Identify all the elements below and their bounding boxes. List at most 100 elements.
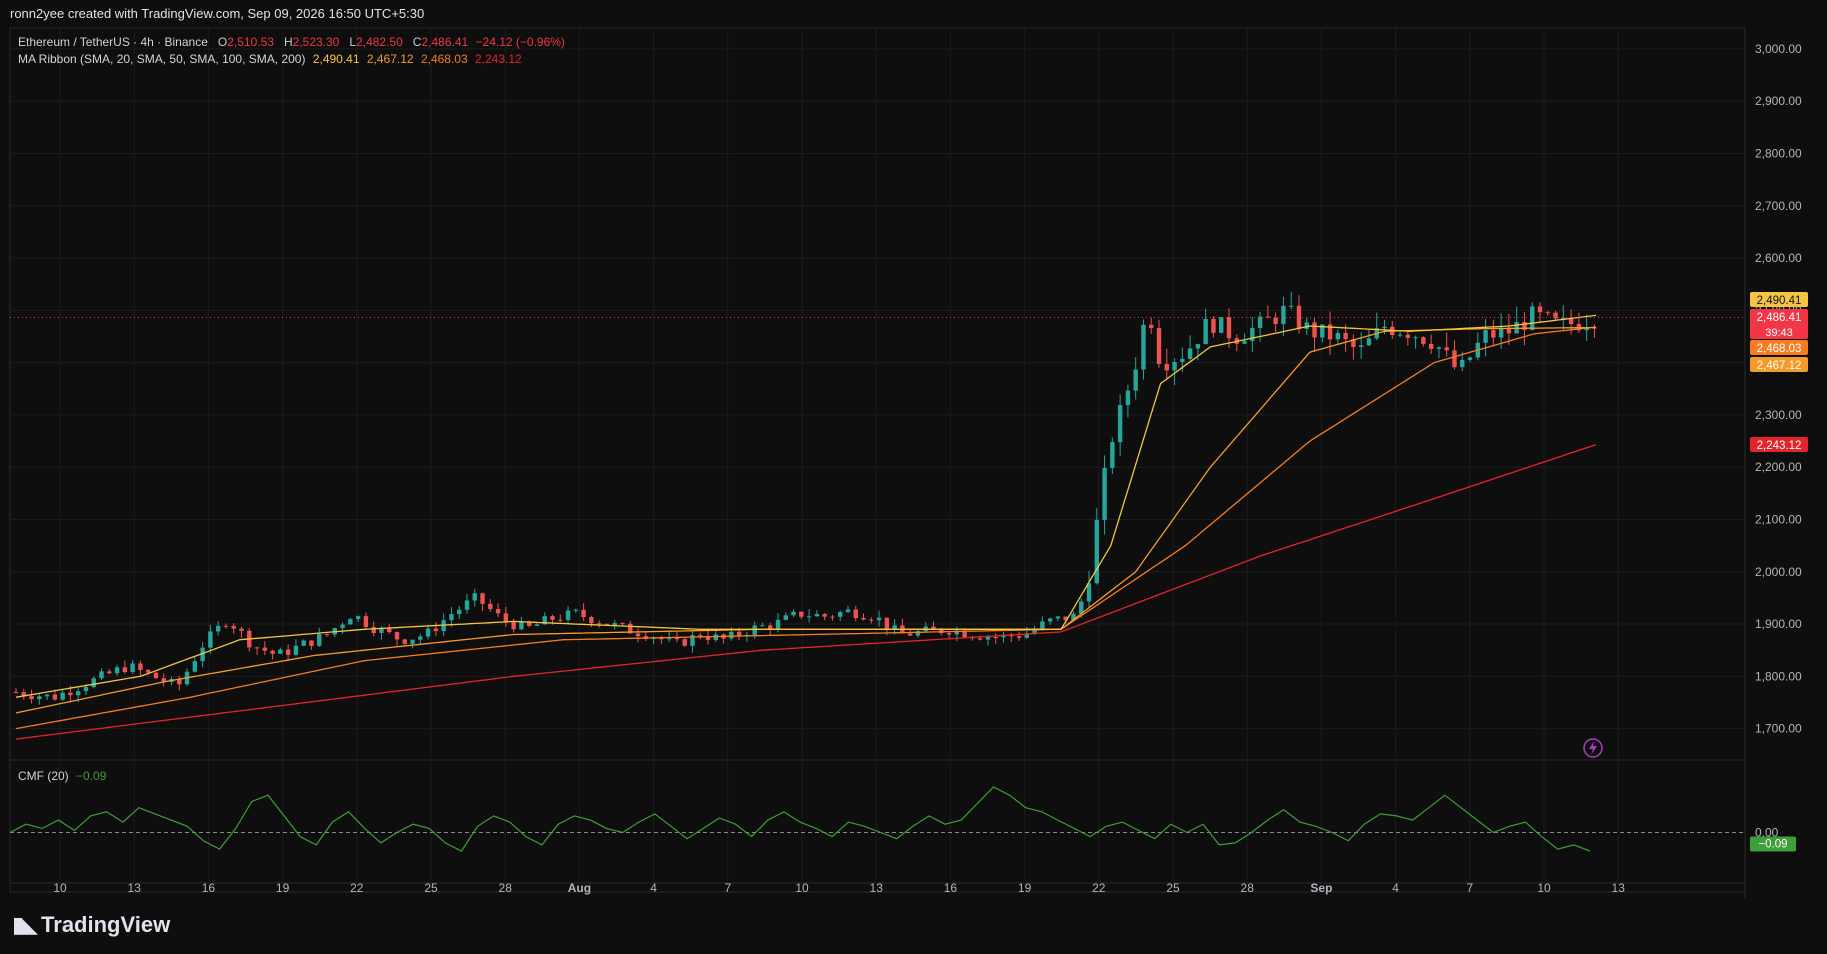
candle-body — [418, 636, 423, 640]
candle-body — [1110, 442, 1115, 468]
candle-body — [892, 625, 897, 630]
candle-body — [1421, 337, 1426, 344]
candle-body — [876, 617, 882, 621]
candle-body — [620, 623, 625, 625]
candle-body — [1358, 345, 1364, 347]
candle-body — [68, 692, 73, 696]
candle-body — [534, 624, 540, 626]
candle-body — [1444, 347, 1449, 351]
pane-border — [9, 27, 1746, 893]
open-value: 2,510.53 — [227, 35, 274, 49]
x-tick-label: 28 — [499, 881, 513, 895]
x-tick-label: 16 — [202, 881, 216, 895]
candle-body — [596, 623, 602, 625]
price-badge-label: 2,243.12 — [1757, 440, 1802, 452]
candle-body — [1102, 467, 1107, 520]
candle-body — [76, 691, 81, 696]
candle-body — [1211, 318, 1216, 333]
candle-body — [869, 619, 874, 621]
candle-body — [838, 612, 843, 617]
candle-body — [775, 619, 781, 630]
candle-body — [488, 603, 493, 610]
ma-ribbon-legend[interactable]: MA Ribbon (SMA, 20, SMA, 50, SMA, 100, S… — [18, 52, 522, 66]
sma50-value: 2,467.12 — [366, 52, 414, 66]
candle-body — [192, 661, 198, 672]
candle-body — [830, 616, 835, 618]
x-tick-label: 4 — [1392, 881, 1399, 895]
countdown-label: 39:43 — [1765, 327, 1793, 339]
candle-body — [1203, 318, 1208, 345]
y-tick-label: 2,700.00 — [1755, 199, 1802, 213]
candle-body — [845, 609, 851, 613]
candle-body — [1141, 324, 1146, 370]
cmf-legend[interactable]: CMF (20) −0.09 — [18, 769, 106, 783]
candle-body — [464, 600, 470, 610]
x-tick-label: 16 — [944, 881, 958, 895]
candle-body — [13, 692, 19, 694]
x-tick-label: Aug — [568, 881, 591, 895]
sma200-line — [15, 444, 1597, 740]
tradingview-logo[interactable]: ▮◣ TradingView — [12, 912, 170, 938]
price-badge-label: 2,490.41 — [1757, 295, 1802, 307]
sma50-line — [15, 326, 1597, 714]
candle-body — [1180, 358, 1185, 363]
price-badge-label: 2,467.12 — [1757, 360, 1802, 372]
x-tick-label: 10 — [795, 881, 809, 895]
x-tick-label: 13 — [128, 881, 142, 895]
candle-body — [355, 616, 361, 620]
candle-body — [1055, 616, 1061, 619]
price-chart[interactable]: 1,700.00 1,800.00 1,900.00 2,000.00 2,100.00… — [0, 0, 1827, 954]
candle-body — [635, 633, 641, 637]
candle-body — [1530, 306, 1535, 330]
candle-body — [495, 609, 501, 614]
candle-body — [472, 593, 477, 601]
candle-body — [309, 640, 314, 646]
candle-body — [145, 669, 151, 673]
symbol-legend[interactable]: Ethereum / TetherUS · 4h · Binance O2,51… — [18, 35, 565, 49]
candle-body — [130, 663, 135, 673]
x-tick-label: 22 — [350, 881, 364, 895]
y-tick-label: 2,800.00 — [1755, 146, 1802, 160]
candle-body — [1382, 326, 1387, 329]
candle-body — [993, 636, 998, 638]
candle-body — [324, 633, 330, 635]
y-tick-label: 1,700.00 — [1755, 722, 1802, 736]
candle-body — [138, 663, 143, 670]
x-tick-label: 19 — [276, 881, 290, 895]
price-badge-label: 2,486.41 — [1757, 312, 1802, 324]
candle-body — [1273, 317, 1278, 324]
x-tick-label: 13 — [1612, 881, 1626, 895]
cmf-line — [9, 786, 1591, 852]
sma200-value: 2,243.12 — [475, 52, 522, 66]
candle-body — [1491, 330, 1496, 338]
candle-body — [371, 626, 376, 633]
candle-body — [1040, 621, 1045, 629]
close-value: 2,486.41 — [421, 35, 469, 49]
candle-body — [223, 625, 229, 627]
y-tick-label: 2,900.00 — [1755, 94, 1802, 108]
change-value: −24.12 (−0.96%) — [475, 35, 565, 49]
candle-body — [449, 614, 454, 621]
candle-body — [387, 628, 392, 633]
x-tick-label: 7 — [1466, 881, 1473, 895]
cmf-value-badge-label: −0.09 — [1758, 839, 1787, 851]
x-tick-label: Sep — [1310, 881, 1332, 895]
candle-body — [884, 617, 890, 630]
candle-body — [589, 617, 594, 624]
candle-body — [1226, 317, 1232, 339]
candle-body — [511, 621, 516, 630]
candle-body — [1452, 350, 1457, 368]
candle-body — [814, 614, 820, 617]
candle-body — [1304, 322, 1309, 329]
open-label: O — [217, 35, 228, 49]
candle-body — [674, 637, 680, 640]
high-label: H — [283, 35, 293, 49]
candle-body — [278, 649, 283, 654]
y-tick-label: 2,300.00 — [1755, 408, 1802, 422]
y-tick-label: 1,900.00 — [1755, 617, 1802, 631]
candle-body — [239, 628, 244, 631]
candle-body — [550, 616, 555, 620]
candle-body — [1257, 316, 1263, 328]
candle-body — [768, 625, 773, 630]
low-value: 2,482.50 — [356, 35, 403, 49]
